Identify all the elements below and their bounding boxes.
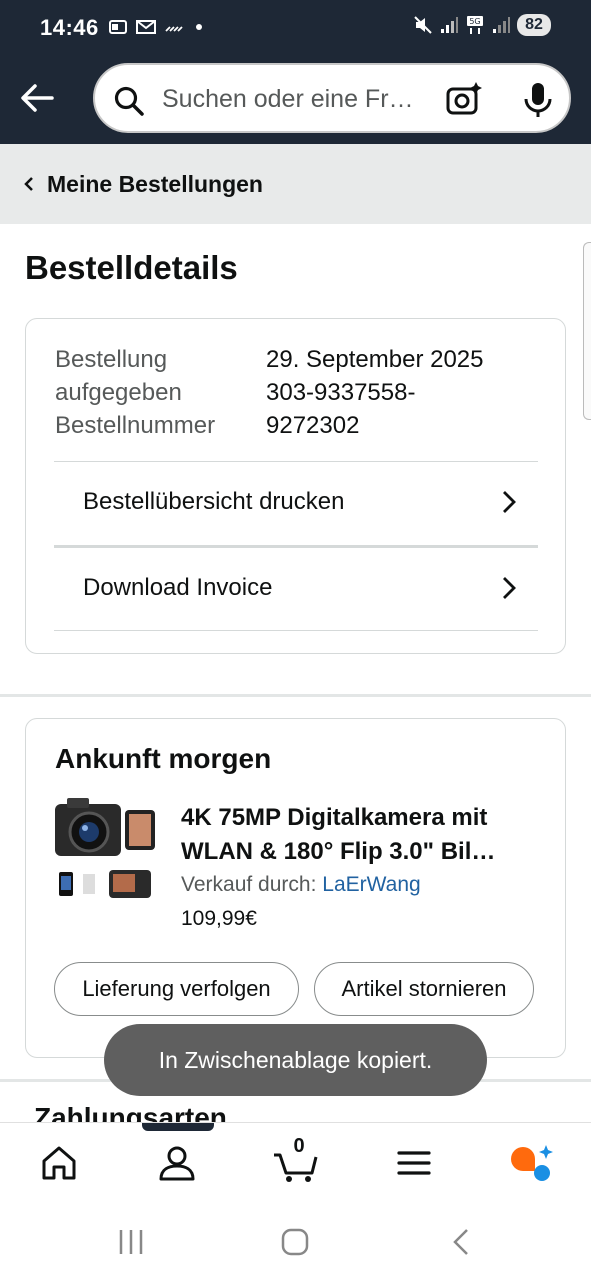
status-bar: 14:46 5G 82 (0, 0, 591, 58)
order-placed-label-line1: Bestellung (55, 346, 168, 373)
outlook-icon (109, 20, 127, 34)
recent-apps-icon[interactable] (115, 1226, 147, 1258)
order-number-label: Bestellnummer (55, 412, 216, 439)
system-status-icons: 5G 82 (413, 14, 551, 36)
back-button-icon[interactable] (447, 1226, 475, 1258)
order-number-line2: 9272302 (266, 412, 360, 439)
home-button-icon[interactable] (279, 1226, 311, 1258)
download-invoice-label: Download Invoice (83, 574, 273, 601)
payment-section-heading: Zahlungsarten (34, 1102, 574, 1124)
print-order-summary-label: Bestellübersicht drucken (83, 488, 345, 515)
seller-info: Verkauf durch: LaErWang (181, 873, 421, 897)
home-icon[interactable] (39, 1143, 79, 1183)
more-notifications-dot (196, 24, 202, 30)
camera-search-icon[interactable] (445, 80, 483, 118)
cancel-item-button[interactable]: Artikel stornieren (314, 962, 534, 1016)
product-image[interactable] (53, 796, 159, 902)
page-title: Bestelldetails (25, 249, 238, 286)
system-navigation-bar (0, 1204, 591, 1280)
chevron-right-icon (503, 577, 516, 599)
print-order-summary-link[interactable]: Bestellübersicht drucken (54, 461, 538, 545)
arrival-heading: Ankunft morgen (55, 743, 272, 774)
breadcrumb-label: Meine Bestellungen (47, 171, 263, 197)
product-title-line2: WLAN & 180° Flip 3.0" Bil… (181, 838, 496, 865)
signal-icon (441, 17, 458, 33)
5g-icon: 5G (467, 16, 483, 34)
svg-text:5G: 5G (469, 17, 480, 26)
download-invoice-link[interactable]: Download Invoice (54, 547, 538, 631)
scroll-indicator[interactable] (583, 242, 591, 420)
clock: 14:46 (40, 15, 99, 40)
divider (54, 630, 538, 631)
product-title[interactable]: 4K 75MP Digitalkamera mit WLAN & 180° Fl… (181, 801, 541, 869)
track-delivery-button[interactable]: Lieferung verfolgen (54, 962, 299, 1016)
active-tab-indicator (142, 1123, 214, 1131)
order-labels: Bestellung aufgegeben Bestellnummer (55, 343, 255, 442)
order-values: 29. September 2025 303-9337558- 9272302 (266, 343, 556, 442)
order-date: 29. September 2025 (266, 346, 484, 373)
shipment-card: Ankunft morgen 4K 75MP Digitalkamera mit… (25, 718, 566, 1058)
seller-prefix: Verkauf durch: (181, 873, 317, 896)
product-price: 109,99€ (181, 907, 257, 930)
toast-message: In Zwischenablage kopiert. (104, 1024, 487, 1096)
microphone-icon[interactable] (521, 80, 555, 120)
search-icon (114, 86, 144, 116)
section-separator (0, 694, 591, 697)
back-arrow-icon[interactable] (18, 78, 58, 118)
menu-icon[interactable] (394, 1143, 434, 1183)
notification-icons (108, 17, 202, 37)
account-icon[interactable] (157, 1143, 197, 1183)
search-input[interactable]: Suchen oder eine Fr… (93, 63, 571, 133)
bottom-navigation: 0 (0, 1122, 591, 1204)
battery-indicator: 82 (517, 14, 551, 36)
cart-count: 0 (293, 1135, 305, 1157)
search-placeholder: Suchen oder eine Fr… (162, 85, 414, 113)
mute-icon (414, 16, 432, 34)
search-header: Suchen oder eine Fr… (0, 58, 591, 144)
breadcrumb[interactable]: Meine Bestellungen (0, 144, 591, 224)
chevron-left-icon (24, 177, 33, 191)
chevron-right-icon (503, 491, 516, 513)
signal-2-icon (493, 17, 510, 33)
seller-link[interactable]: LaErWang (322, 873, 420, 896)
rufus-assistant-icon[interactable] (508, 1143, 554, 1183)
order-info-card: Bestellung aufgegeben Bestellnummer 29. … (25, 318, 566, 654)
mail-icon (136, 20, 156, 34)
payment-section-title: Zahlungsarten (34, 1102, 227, 1124)
order-number-line1: 303-9337558- (266, 379, 416, 406)
order-placed-label-line2: aufgegeben (55, 379, 182, 406)
product-title-line1: 4K 75MP Digitalkamera mit (181, 804, 488, 831)
missed-call-icon (165, 26, 183, 32)
